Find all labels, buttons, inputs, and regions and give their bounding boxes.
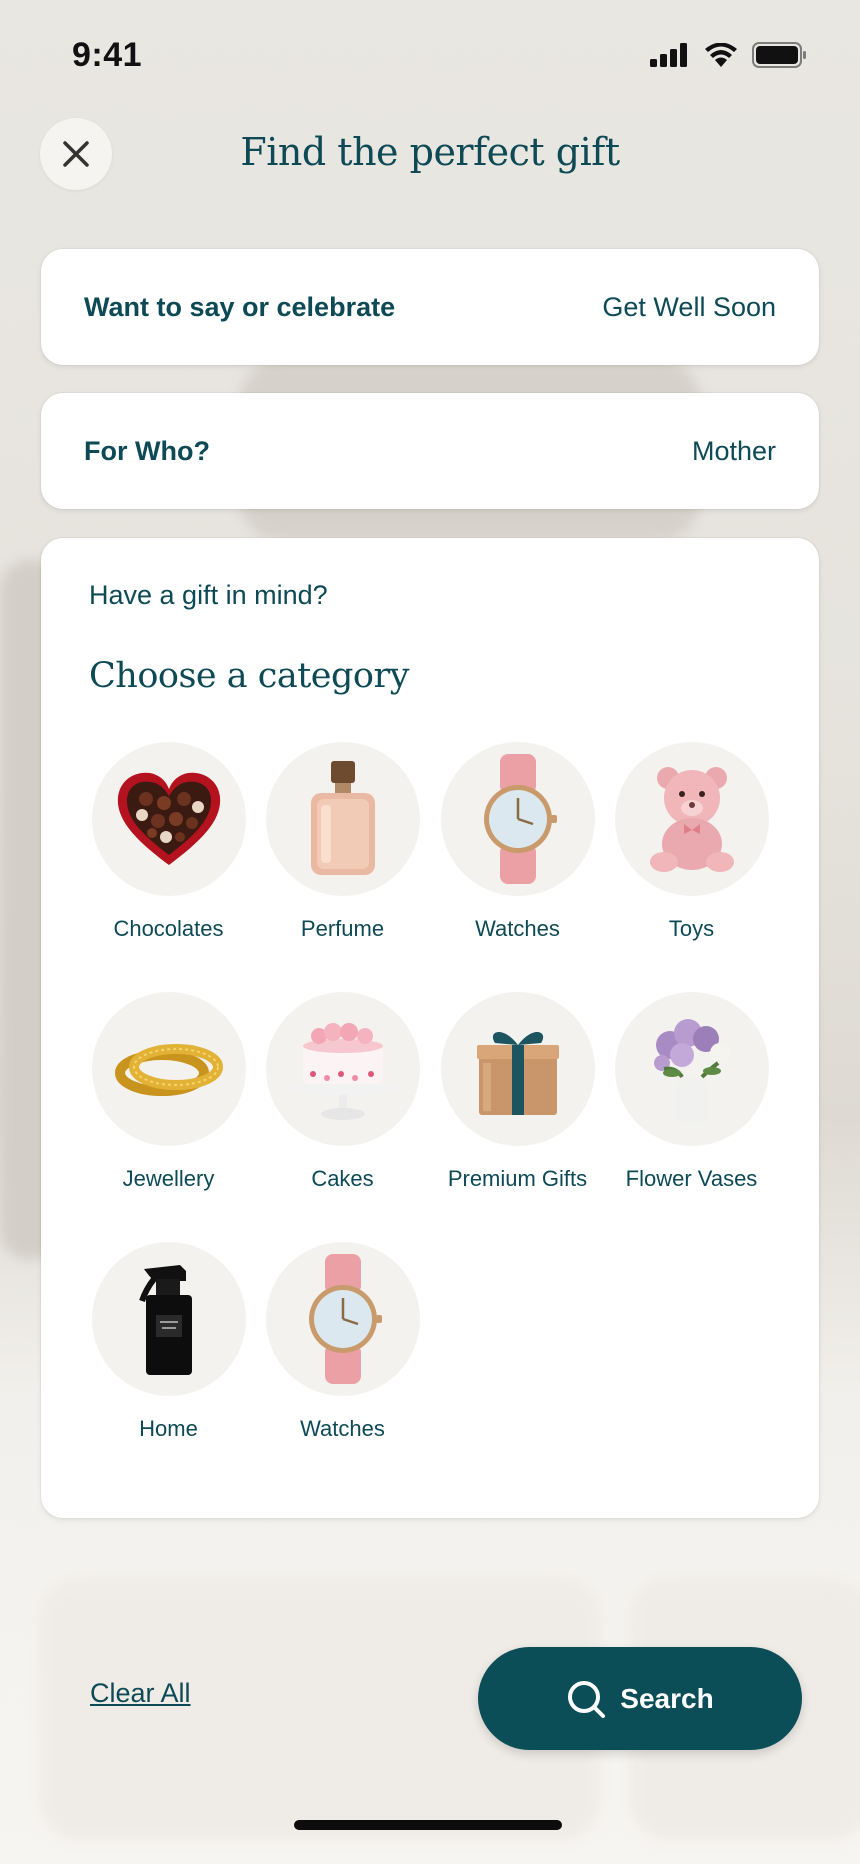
category-label: Jewellery: [122, 1166, 215, 1191]
gift-hint: Have a gift in mind?: [89, 580, 328, 610]
category-image: [614, 992, 769, 1146]
category-image: [440, 742, 595, 896]
category-item-toys[interactable]: Toys: [604, 742, 779, 942]
category-label: Toys: [668, 916, 715, 941]
category-item-perfume[interactable]: Perfume: [255, 742, 430, 942]
search-button[interactable]: Search: [478, 1647, 802, 1750]
category-image: [91, 1242, 246, 1396]
cake-icon: [286, 1023, 399, 1120]
watch-icon: [308, 1254, 382, 1384]
category-label: Flower Vases: [625, 1166, 758, 1191]
occasion-selector[interactable]: Want to say or celebrate Get Well Soon: [41, 249, 819, 365]
category-label: Home: [139, 1416, 198, 1441]
recipient-value: Mother: [691, 435, 776, 466]
category-image: [440, 992, 595, 1146]
category-image: [265, 992, 420, 1146]
category-item-cakes[interactable]: Cakes: [255, 992, 430, 1192]
category-label: Cakes: [311, 1166, 374, 1191]
category-item-jewellery[interactable]: Jewellery: [81, 992, 256, 1192]
status-bar: 9:41: [0, 0, 860, 110]
status-icons: [650, 42, 808, 68]
watch-icon: [483, 754, 557, 884]
category-item-flower-vases[interactable]: Flower Vases: [604, 992, 779, 1192]
search-label: Search: [620, 1682, 714, 1714]
teddy-bear-icon: [649, 767, 734, 872]
category-label: Perfume: [300, 916, 385, 941]
clear-all-link[interactable]: Clear All: [90, 1678, 191, 1709]
category-image: [614, 742, 769, 896]
category-image: [265, 742, 420, 896]
category-image: [91, 992, 246, 1146]
category-item-chocolates[interactable]: Chocolates: [81, 742, 256, 942]
perfume-bottle-icon: [310, 761, 375, 875]
category-item-home[interactable]: Home: [81, 1242, 256, 1442]
category-item-premium-gifts[interactable]: Premium Gifts: [430, 992, 605, 1192]
category-label: Premium Gifts: [447, 1166, 588, 1191]
status-time: 9:41: [72, 36, 143, 74]
category-title: Choose a category: [89, 656, 409, 696]
recipient-label: For Who?: [84, 435, 210, 466]
category-item-watches[interactable]: Watches: [430, 742, 605, 942]
home-indicator: [294, 1820, 562, 1830]
signal-icon: [650, 43, 687, 67]
battery-icon: [752, 42, 806, 68]
category-item-watches-2[interactable]: Watches: [255, 1242, 430, 1442]
wifi-icon: [705, 43, 737, 67]
occasion-value: Get Well Soon: [602, 291, 776, 322]
category-label: Chocolates: [113, 916, 224, 941]
category-image: [265, 1242, 420, 1396]
recipient-selector[interactable]: For Who? Mother: [41, 393, 819, 509]
category-image: [91, 742, 246, 896]
flower-vase-icon: [653, 1019, 730, 1125]
chocolate-heart-icon: [117, 772, 220, 865]
bangles-icon: [114, 1044, 223, 1096]
occasion-label: Want to say or celebrate: [84, 291, 396, 322]
category-card: Have a gift in mind? Choose a category C…: [41, 538, 819, 1518]
category-label: Watches: [475, 916, 560, 941]
page-title: Find the perfect gift: [240, 130, 620, 174]
gift-box-icon: [476, 1031, 559, 1115]
room-spray-icon: [138, 1265, 192, 1375]
search-icon: [568, 1680, 606, 1718]
category-label: Watches: [300, 1416, 385, 1441]
